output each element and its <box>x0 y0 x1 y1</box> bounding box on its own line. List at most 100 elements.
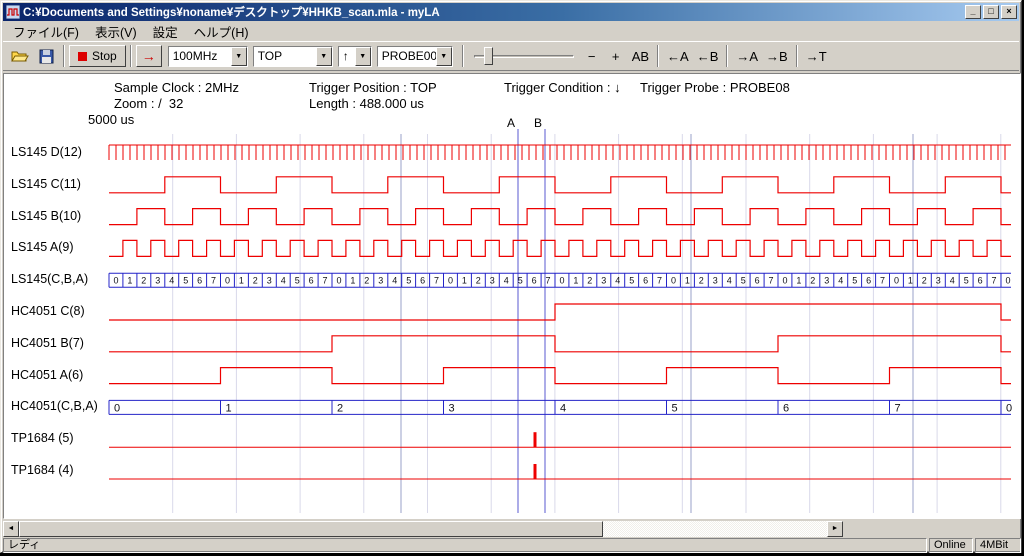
bus-value: 5 <box>518 276 523 286</box>
open-button[interactable] <box>7 44 33 68</box>
sample-clock-select[interactable]: 100MHz ▼ <box>168 46 248 67</box>
bus-value: 3 <box>267 276 272 286</box>
bus-value: 7 <box>768 276 773 286</box>
toolbar-separator <box>63 45 65 67</box>
bus-value: 6 <box>532 276 537 286</box>
status-ready: レディ <box>3 538 927 553</box>
waveform-square <box>109 209 1011 225</box>
menu-settings[interactable]: 設定 <box>145 20 186 43</box>
menu-bar: ファイル(F) 表示(V) 設定 ヘルプ(H) <box>3 21 1019 41</box>
chevron-down-icon[interactable]: ▼ <box>316 47 332 66</box>
scroll-left-arrow[interactable]: ◄ <box>3 521 19 537</box>
bus-value: 4 <box>392 276 397 286</box>
goto-b-left-button[interactable]: ←B <box>693 45 723 67</box>
bus-value: 4 <box>169 276 174 286</box>
stop-button[interactable]: Stop <box>69 45 126 67</box>
bus-value: 2 <box>337 402 343 414</box>
minimize-button[interactable]: _ <box>965 5 981 19</box>
waveform-area[interactable]: Sample Clock : 2MHz Trigger Position : T… <box>3 73 1021 519</box>
menu-help[interactable]: ヘルプ(H) <box>186 20 257 43</box>
bus-value: 7 <box>991 276 996 286</box>
bus-value: 7 <box>895 402 901 414</box>
waveform-pulse <box>534 464 537 479</box>
bus-value: 5 <box>406 276 411 286</box>
slider-handle[interactable] <box>484 47 493 65</box>
waveform-square <box>109 177 1011 193</box>
trigger-probe-select[interactable]: PROBE00 ▼ <box>377 46 453 67</box>
bus-value: 3 <box>713 276 718 286</box>
bus-value: 2 <box>922 276 927 286</box>
menu-file[interactable]: ファイル(F) <box>5 20 87 43</box>
bus-value: 0 <box>671 276 676 286</box>
save-button[interactable] <box>33 44 59 68</box>
bus-value: 0 <box>894 276 899 286</box>
bus-value: 4 <box>615 276 620 286</box>
run-button[interactable]: → <box>136 45 162 67</box>
scroll-right-arrow[interactable]: ► <box>827 521 843 537</box>
trigger-position-select[interactable]: TOP ▼ <box>253 46 333 67</box>
chevron-down-icon[interactable]: ▼ <box>231 47 247 66</box>
bus-value: 2 <box>587 276 592 286</box>
zoom-out-button[interactable]: − <box>580 45 604 67</box>
bus-value: 1 <box>462 276 467 286</box>
toolbar: Stop → 100MHz ▼ TOP ▼ ↑ ▼ PROBE00 ▼ − + <box>3 41 1019 71</box>
trigger-edge-value: ↑ <box>339 47 355 66</box>
bus-value: 3 <box>378 276 383 286</box>
toolbar-separator <box>462 45 464 67</box>
maximize-button[interactable]: □ <box>983 5 999 19</box>
title-bar[interactable]: C:¥Documents and Settings¥noname¥デスクトップ¥… <box>3 3 1019 21</box>
close-button[interactable]: × <box>1001 5 1017 19</box>
bus-value: 5 <box>964 276 969 286</box>
stop-icon <box>78 52 87 61</box>
bus-value: 3 <box>490 276 495 286</box>
floppy-icon <box>39 49 54 64</box>
bus-value: 5 <box>672 402 678 414</box>
bus-value: 1 <box>685 276 690 286</box>
status-bar: レディ Online 4MBit <box>3 538 1021 553</box>
waveform-square <box>109 336 1011 352</box>
marker-label-a: A <box>507 116 515 130</box>
bus-value: 3 <box>449 402 455 414</box>
zoom-ab-button[interactable]: AB <box>628 45 653 67</box>
waveform-square <box>109 304 1011 320</box>
goto-a-left-button[interactable]: ←A <box>663 45 693 67</box>
trigger-probe-value: PROBE00 <box>378 47 436 66</box>
bus-value: 5 <box>852 276 857 286</box>
window-title: C:¥Documents and Settings¥noname¥デスクトップ¥… <box>23 4 963 20</box>
bus-value: 4 <box>950 276 955 286</box>
bus-value: 5 <box>183 276 188 286</box>
trigger-edge-select[interactable]: ↑ ▼ <box>338 46 372 67</box>
bus-value: 6 <box>978 276 983 286</box>
waveform-plot[interactable]: AB01234567012345670123456701234567012345… <box>3 73 1021 519</box>
bus-value: 2 <box>699 276 704 286</box>
bus-value: 0 <box>114 402 120 414</box>
toolbar-separator <box>726 45 728 67</box>
chevron-down-icon[interactable]: ▼ <box>436 47 452 66</box>
goto-b-right-button[interactable]: →B <box>762 45 792 67</box>
waveform-square <box>109 240 1011 256</box>
waveform-square <box>109 368 1011 384</box>
bus-value: 6 <box>643 276 648 286</box>
stop-label: Stop <box>92 49 117 63</box>
bus-value: 1 <box>908 276 913 286</box>
menu-view[interactable]: 表示(V) <box>87 20 145 43</box>
bus-value: 0 <box>448 276 453 286</box>
bus-value: 0 <box>225 276 230 286</box>
chevron-down-icon[interactable]: ▼ <box>355 47 371 66</box>
toolbar-separator <box>130 45 132 67</box>
goto-a-right-button[interactable]: →A <box>732 45 762 67</box>
bus-value: 4 <box>560 402 566 414</box>
bus-value: 4 <box>504 276 509 286</box>
zoom-slider[interactable] <box>472 44 576 68</box>
bus-value: 4 <box>727 276 732 286</box>
bus-value: 0 <box>113 276 118 286</box>
waveform-ticks <box>109 145 1011 160</box>
scrollbar-thumb[interactable] <box>19 521 603 537</box>
goto-trigger-button[interactable]: →T <box>802 45 831 67</box>
bus-value: 7 <box>434 276 439 286</box>
bus-value: 3 <box>936 276 941 286</box>
open-folder-icon <box>11 49 29 63</box>
bus-value: 6 <box>197 276 202 286</box>
zoom-in-button[interactable]: + <box>604 45 628 67</box>
horizontal-scrollbar[interactable]: ◄ ► <box>3 521 843 537</box>
